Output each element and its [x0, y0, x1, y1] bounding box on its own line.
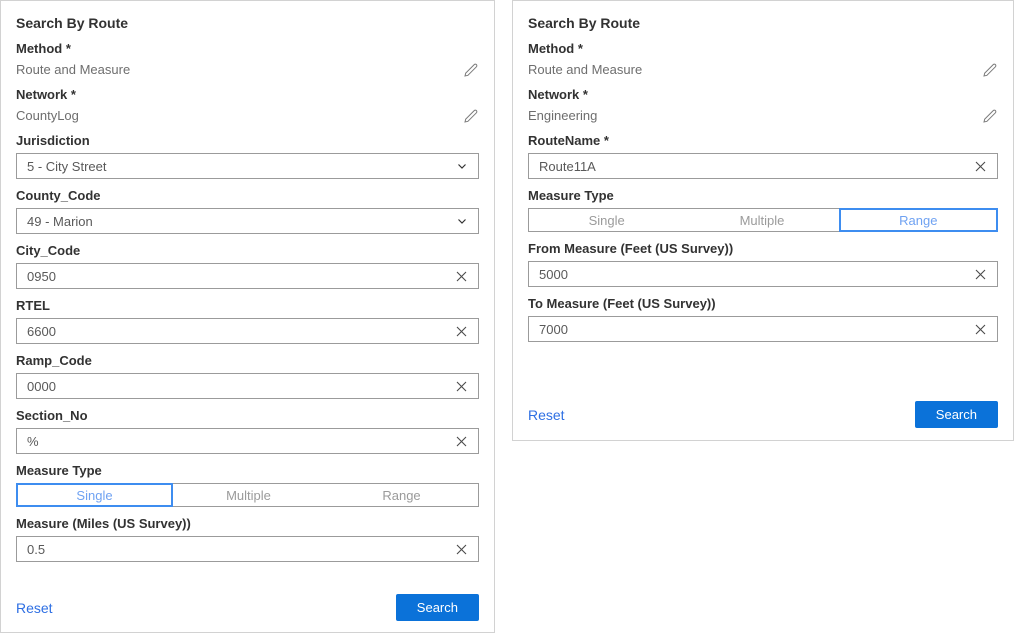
measure-type-label: Measure Type — [528, 188, 998, 203]
section-no-field: Section_No — [16, 408, 479, 454]
panel-title: Search By Route — [16, 1, 479, 32]
clear-icon[interactable] — [448, 374, 474, 398]
method-label: Method * — [528, 41, 998, 56]
measure-type-option-range[interactable]: Range — [839, 208, 998, 232]
measure-type-option-single[interactable]: Single — [529, 209, 684, 231]
measure-type-option-multiple[interactable]: Multiple — [684, 209, 839, 231]
to-measure-field: To Measure (Feet (US Survey)) — [528, 296, 998, 342]
network-field: Network * CountyLog — [16, 87, 479, 124]
clear-icon[interactable] — [967, 154, 993, 178]
section-no-input[interactable] — [17, 429, 478, 453]
network-label: Network * — [528, 87, 998, 102]
measure-type-option-single[interactable]: Single — [16, 483, 173, 507]
jurisdiction-field: Jurisdiction 5 - City Street — [16, 133, 479, 179]
jurisdiction-value: 5 - City Street — [27, 159, 106, 174]
from-measure-field: From Measure (Feet (US Survey)) — [528, 241, 998, 287]
edit-network-button[interactable] — [463, 108, 479, 124]
measure-type-option-range[interactable]: Range — [325, 484, 478, 506]
network-label: Network * — [16, 87, 479, 102]
rtel-label: RTEL — [16, 298, 479, 313]
network-field: Network * Engineering — [528, 87, 998, 124]
city-code-label: City_Code — [16, 243, 479, 258]
measure-type-field: Measure Type Single Multiple Range — [16, 463, 479, 507]
edit-network-button[interactable] — [982, 108, 998, 124]
panel-footer: Reset Search — [16, 594, 479, 621]
county-code-field: County_Code 49 - Marion — [16, 188, 479, 234]
pencil-icon — [982, 108, 998, 124]
measure-type-field: Measure Type Single Multiple Range — [528, 188, 998, 232]
chevron-down-icon — [456, 160, 468, 172]
network-value: CountyLog — [16, 108, 79, 124]
clear-icon[interactable] — [967, 262, 993, 286]
search-button[interactable]: Search — [915, 401, 998, 428]
clear-icon[interactable] — [448, 319, 474, 343]
method-field: Method * Route and Measure — [16, 41, 479, 78]
measure-type-option-multiple[interactable]: Multiple — [172, 484, 325, 506]
search-by-route-panel-left: Search By Route Method * Route and Measu… — [0, 0, 495, 633]
measure-field: Measure (Miles (US Survey)) — [16, 516, 479, 562]
search-by-route-panel-right: Search By Route Method * Route and Measu… — [512, 0, 1014, 441]
rtel-field: RTEL — [16, 298, 479, 344]
pencil-icon — [463, 108, 479, 124]
clear-icon[interactable] — [448, 264, 474, 288]
jurisdiction-label: Jurisdiction — [16, 133, 479, 148]
to-measure-input[interactable] — [529, 317, 997, 341]
edit-method-button[interactable] — [982, 62, 998, 78]
method-value: Route and Measure — [528, 62, 642, 78]
from-measure-input[interactable] — [529, 262, 997, 286]
clear-icon[interactable] — [448, 537, 474, 561]
chevron-down-icon — [456, 215, 468, 227]
county-code-select[interactable]: 49 - Marion — [16, 208, 479, 234]
network-value: Engineering — [528, 108, 597, 124]
panel-footer: Reset Search — [528, 401, 998, 428]
search-button[interactable]: Search — [396, 594, 479, 621]
clear-icon[interactable] — [967, 317, 993, 341]
section-no-label: Section_No — [16, 408, 479, 423]
ramp-code-field: Ramp_Code — [16, 353, 479, 399]
measure-type-label: Measure Type — [16, 463, 479, 478]
method-field: Method * Route and Measure — [528, 41, 998, 78]
method-value: Route and Measure — [16, 62, 130, 78]
to-measure-label: To Measure (Feet (US Survey)) — [528, 296, 998, 311]
route-name-input[interactable] — [529, 154, 997, 178]
reset-link[interactable]: Reset — [528, 406, 565, 424]
rtel-input[interactable] — [17, 319, 478, 343]
pencil-icon — [463, 62, 479, 78]
measure-label: Measure (Miles (US Survey)) — [16, 516, 479, 531]
pencil-icon — [982, 62, 998, 78]
county-code-value: 49 - Marion — [27, 214, 93, 229]
from-measure-label: From Measure (Feet (US Survey)) — [528, 241, 998, 256]
route-name-field: RouteName * — [528, 133, 998, 179]
clear-icon[interactable] — [448, 429, 474, 453]
measure-type-control: Single Multiple Range — [528, 208, 998, 232]
route-name-label: RouteName * — [528, 133, 998, 148]
city-code-input[interactable] — [17, 264, 478, 288]
reset-link[interactable]: Reset — [16, 599, 53, 617]
method-label: Method * — [16, 41, 479, 56]
county-code-label: County_Code — [16, 188, 479, 203]
measure-input[interactable] — [17, 537, 478, 561]
edit-method-button[interactable] — [463, 62, 479, 78]
city-code-field: City_Code — [16, 243, 479, 289]
ramp-code-input[interactable] — [17, 374, 478, 398]
panel-title: Search By Route — [528, 1, 998, 32]
ramp-code-label: Ramp_Code — [16, 353, 479, 368]
jurisdiction-select[interactable]: 5 - City Street — [16, 153, 479, 179]
measure-type-control: Single Multiple Range — [16, 483, 479, 507]
